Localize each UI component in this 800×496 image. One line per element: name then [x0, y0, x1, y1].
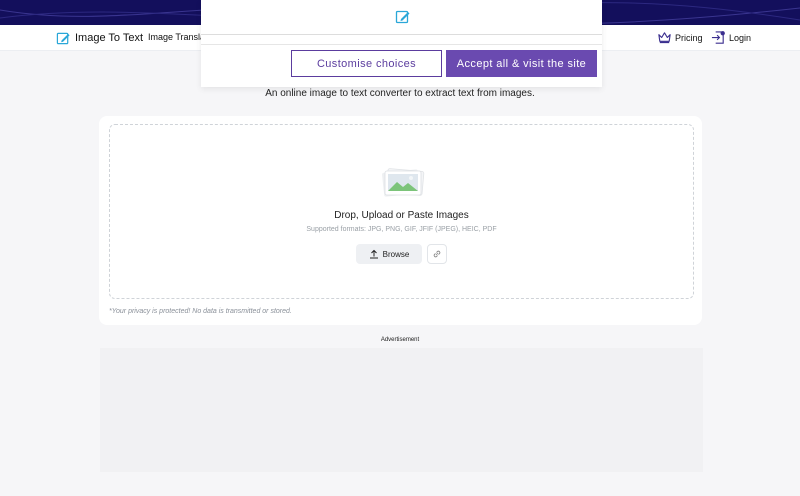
link-button[interactable]: [427, 244, 447, 264]
login-link[interactable]: Login: [711, 30, 751, 45]
crown-icon: [657, 30, 672, 45]
login-icon: [711, 30, 726, 45]
privacy-note: *Your privacy is protected! No data is t…: [109, 308, 292, 315]
link-icon: [432, 247, 442, 262]
edit-note-icon: [56, 31, 71, 46]
browse-button[interactable]: Browse: [356, 244, 422, 264]
consent-dialog: Customise choices Accept all & visit the…: [201, 0, 602, 87]
logo-text: Image To Text: [75, 32, 144, 44]
dropzone-title: Drop, Upload or Paste Images: [334, 210, 469, 221]
accept-all-button[interactable]: Accept all & visit the site: [446, 50, 597, 77]
edit-note-icon: [395, 9, 411, 25]
advertisement-slot: [100, 348, 703, 472]
consent-divider: [201, 44, 602, 45]
login-label: Login: [729, 32, 752, 43]
page-subtitle: An online image to text converter to ext…: [265, 88, 535, 99]
upload-arrow-icon: [369, 249, 379, 259]
browse-label: Browse: [382, 249, 410, 259]
supported-formats: Supported formats: JPG, PNG, GIF, JFIF (…: [306, 226, 497, 233]
pricing-link[interactable]: Pricing: [657, 30, 703, 45]
pricing-label: Pricing: [675, 32, 703, 43]
image-stack-icon: [379, 165, 427, 201]
site-logo[interactable]: Image To Text: [56, 29, 143, 47]
upload-card: Drop, Upload or Paste Images Supported f…: [99, 116, 702, 325]
consent-header: [201, 0, 602, 35]
nav-link-image-translator[interactable]: Image Translat: [148, 32, 208, 42]
dropzone[interactable]: Drop, Upload or Paste Images Supported f…: [109, 124, 694, 299]
customise-choices-button[interactable]: Customise choices: [291, 50, 442, 77]
advertisement-label: Advertisement: [380, 337, 420, 343]
